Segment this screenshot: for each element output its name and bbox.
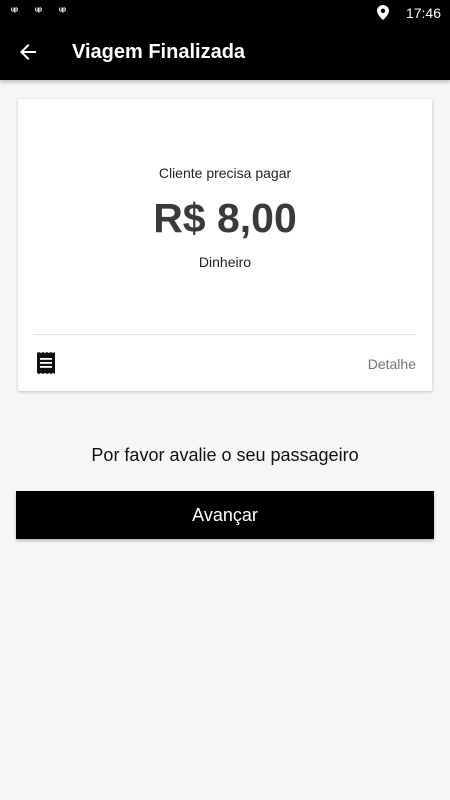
page-title: Viagem Finalizada	[72, 41, 246, 63]
notification-icon: ᵘᵖ	[35, 6, 42, 17]
payment-amount: R$ 8,00	[153, 195, 297, 241]
arrow-left-icon[interactable]	[16, 40, 40, 64]
app-bar: Viagem Finalizada	[0, 26, 450, 80]
advance-button[interactable]: Avançar	[16, 491, 434, 539]
location-pin-icon	[377, 5, 389, 20]
notification-icon: ᵘᵖ	[59, 6, 66, 17]
status-time: 17:46	[405, 5, 441, 21]
rating-prompt: Por favor avalie o seu passageiro	[91, 445, 359, 465]
receipt-icon[interactable]	[36, 352, 56, 374]
notification-icon: ᵘᵖ	[11, 6, 18, 17]
card-divider	[34, 334, 416, 335]
status-bar: ᵘᵖ ᵘᵖ ᵘᵖ 17:46	[0, 0, 450, 26]
payment-card: Cliente precisa pagar R$ 8,00 Dinheiro D…	[18, 99, 432, 391]
detail-link[interactable]: Detalhe	[368, 356, 416, 372]
payment-method: Dinheiro	[198, 254, 252, 270]
payment-caption: Cliente precisa pagar	[158, 165, 292, 181]
